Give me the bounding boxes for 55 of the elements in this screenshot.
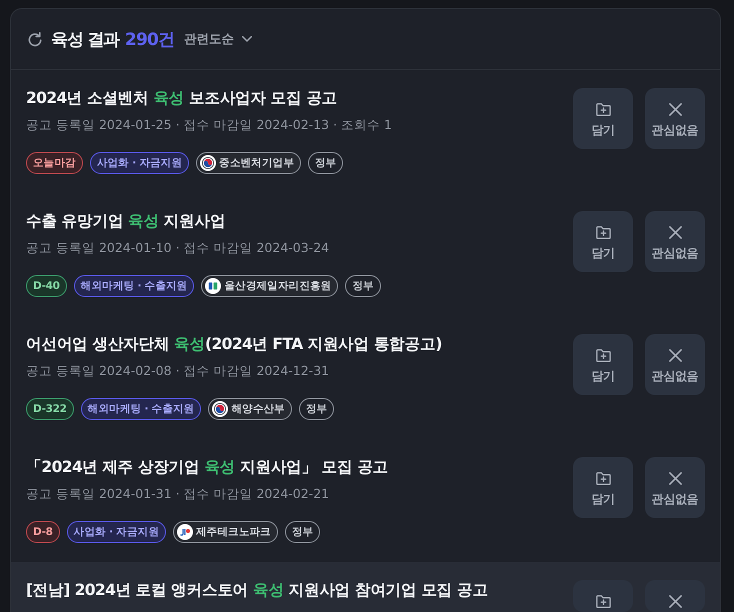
result-meta: 공고 등록일 2024-01-31 · 접수 마감일 2024-02-21: [26, 485, 330, 503]
result-meta: 공고 등록일 2024-01-25 · 접수 마감일 2024-02-13 · 조회수 1: [26, 116, 393, 134]
folder-plus-icon: [596, 103, 610, 116]
category-tag: 사업화 · 자금지원: [66, 521, 166, 543]
agency-name: 해양수산부: [231, 402, 285, 417]
agency-name: 제주테크노파크: [196, 525, 271, 540]
dismiss-button[interactable]: 관심없음: [645, 457, 705, 518]
save-button[interactable]: 담기: [573, 334, 633, 395]
agency-name: 중소벤처기업부: [219, 156, 294, 171]
dismiss-button[interactable]: 관심없음: [645, 334, 705, 395]
folder-plus-icon: [596, 349, 610, 362]
emblem-icon: [200, 155, 216, 171]
org-logo-icon: [205, 278, 222, 294]
save-button[interactable]: 담기: [573, 457, 633, 518]
close-icon: [668, 472, 682, 485]
folder-plus-icon: [596, 595, 610, 608]
dismiss-button[interactable]: 관심없음: [645, 211, 705, 272]
category-tag: 해외마케팅 · 수출지원: [80, 398, 202, 420]
close-icon: [668, 349, 682, 362]
chevron-down-icon: [242, 36, 252, 42]
close-icon: [668, 226, 682, 239]
result-title: [전남] 2024년 로컬 앵커스토어 육성 지원사업 참여기업 모집 공고: [26, 580, 489, 601]
org-logo-icon: [177, 524, 193, 540]
result-meta: 공고 등록일 2024-02-08 · 접수 마감일 2024-12-31: [26, 362, 330, 380]
category-tag: 사업화 · 자금지원: [90, 152, 190, 174]
result-title: 수출 유망기업 육성 지원사업: [26, 211, 226, 232]
dismiss-button[interactable]: 관심없음: [645, 88, 705, 149]
dismiss-button[interactable]: [645, 580, 705, 612]
type-tag: 정부: [284, 521, 320, 543]
deadline-tag: D-322: [26, 398, 74, 420]
type-tag: 정부: [308, 152, 344, 174]
result-title: 어선어업 생산자단체 육성(2024년 FTA 지원사업 통합공고): [26, 334, 443, 355]
result-item[interactable]: [전남] 2024년 로컬 앵커스토어 육성 지원사업 참여기업 모집 공고: [11, 562, 720, 612]
result-title: 「2024년 제주 상장기업 육성 지원사업」 모집 공고: [26, 457, 390, 478]
save-button[interactable]: [573, 580, 633, 612]
deadline-tag: D-40: [26, 275, 67, 297]
category-tag: 해외마케팅 · 수출지원: [74, 275, 194, 297]
result-meta: 공고 등록일 2024-01-10 · 접수 마감일 2024-03-24: [26, 239, 330, 257]
folder-plus-icon: [596, 226, 610, 239]
result-title: 2024년 소셜벤처 육성 보조사업자 모집 공고: [26, 88, 338, 109]
sort-dropdown[interactable]: 관련도순: [184, 28, 252, 50]
type-tag: 정부: [345, 275, 381, 297]
deadline-tag: D-8: [26, 521, 60, 543]
save-button[interactable]: 담기: [573, 88, 633, 149]
results-title: 육성 결과: [51, 28, 119, 50]
emblem-icon: [212, 401, 228, 417]
agency-name: 울산경제일자리진흥원: [224, 279, 332, 294]
folder-plus-icon: [596, 472, 610, 485]
refresh-icon[interactable]: [28, 32, 42, 46]
close-icon: [668, 595, 682, 608]
deadline-tag: 오늘마감: [26, 152, 83, 174]
close-icon: [668, 103, 682, 116]
result-count: 290건: [124, 28, 174, 50]
save-button[interactable]: 담기: [573, 211, 633, 272]
type-tag: 정부: [298, 398, 334, 420]
